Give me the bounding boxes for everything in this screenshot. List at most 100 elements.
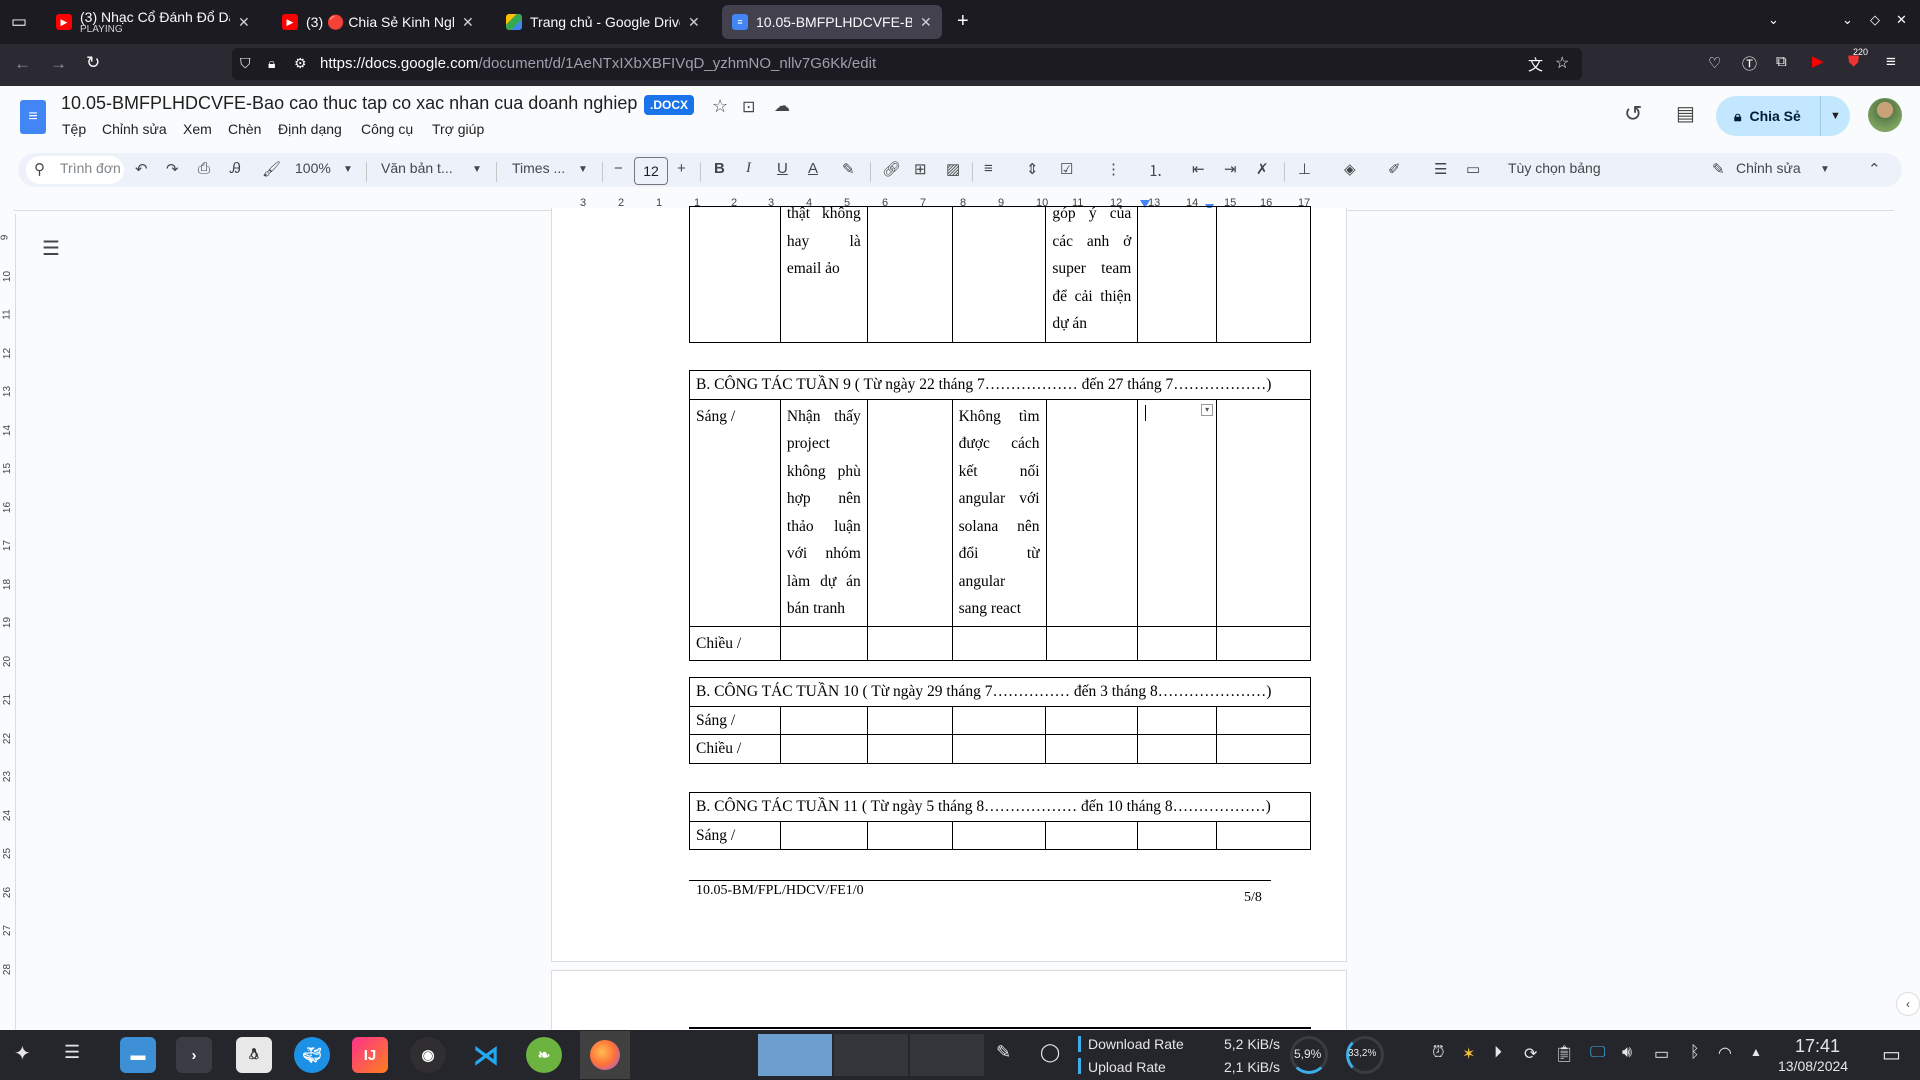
table-cell[interactable] [1216, 398, 1311, 627]
bold-icon[interactable]: B [714, 160, 725, 177]
clock-time[interactable]: 17:41 [1795, 1036, 1840, 1057]
table-cell[interactable] [1216, 734, 1311, 764]
table-cell[interactable] [866, 398, 953, 627]
tab-list-icon[interactable]: ▭ [11, 12, 27, 32]
insert-image-icon[interactable]: ▨ [946, 160, 960, 178]
document-title[interactable]: 10.05-BMFPLHDCVFE-Bao cao thuc tap co xa… [61, 93, 637, 114]
table-options-button[interactable]: Tùy chọn bảng [1508, 160, 1601, 176]
editing-mode-select[interactable]: Chỉnh sửa [1736, 160, 1801, 176]
notifications-icon[interactable]: ⏰︎ [1432, 1044, 1444, 1062]
intellij-icon[interactable]: IJ [352, 1037, 388, 1073]
bluetooth-icon[interactable]: ᛒ [1690, 1044, 1700, 1062]
system-tray-expand-icon[interactable]: ▲ [1750, 1045, 1762, 1059]
version-history-icon[interactable]: ↺ [1624, 101, 1642, 127]
vertical-align-icon[interactable]: ⊥ [1298, 160, 1311, 178]
increase-font-size-icon[interactable]: + [677, 160, 686, 177]
screen-record-icon[interactable]: ◯ [1040, 1042, 1060, 1063]
media-player-icon[interactable]: ⏵ [1494, 1044, 1502, 1062]
zoom-select[interactable]: 100% [295, 160, 331, 176]
tab-music[interactable]: ▶ (3) Nhạc Cổ Đánh Đổ Dân PLAYING ✕ [46, 5, 260, 39]
avatar[interactable] [1868, 98, 1902, 132]
border-color-icon[interactable]: ✐ [1388, 160, 1401, 178]
table-cell[interactable] [951, 705, 1047, 735]
week11-header[interactable]: B. CÔNG TÁC TUẦN 11 ( Từ ngày 5 tháng 8…… [689, 792, 1311, 822]
clear-formatting-icon[interactable]: ✗ [1256, 160, 1269, 178]
table-cell[interactable] [951, 734, 1047, 764]
console-icon[interactable]: › [176, 1037, 212, 1073]
table-cell[interactable] [779, 705, 868, 735]
increase-indent-icon[interactable]: ⇥ [1224, 160, 1237, 178]
obs-icon[interactable]: ◉ [410, 1037, 446, 1073]
extensions-icon[interactable]: ⧉ [1776, 53, 1787, 70]
move-folder-icon[interactable]: ⊡ [742, 97, 755, 117]
minimize-icon[interactable]: ⌄ [1842, 12, 1853, 28]
paint-format-icon[interactable]: 🖌︎ [262, 160, 281, 178]
firefox-icon[interactable] [580, 1031, 630, 1079]
table-cell[interactable] [1137, 705, 1218, 735]
forward-icon[interactable]: → [50, 54, 67, 74]
active-table-cell[interactable]: ▾ [1137, 398, 1218, 627]
table-cell[interactable]: Không tìm được cách kết nối angular với … [951, 398, 1047, 627]
update-icon[interactable]: ⟳ [1524, 1044, 1537, 1064]
add-comment-icon[interactable]: ⊞ [914, 160, 927, 178]
table-cell[interactable] [1137, 734, 1218, 764]
table-cell[interactable]: thật không hay là email ảo [779, 205, 868, 343]
redo-icon[interactable]: ↷ [166, 160, 179, 178]
new-tab-button[interactable]: + [957, 10, 969, 33]
url-text[interactable]: https://docs.google.com/document/d/1AeNT… [320, 55, 876, 72]
week9-header[interactable]: B. CÔNG TÁC TUẦN 9 ( Từ ngày 22 tháng 7…… [689, 370, 1311, 400]
table-cell[interactable] [866, 734, 953, 764]
checklist-icon[interactable]: ☑ [1060, 160, 1073, 178]
table-cell[interactable] [1216, 820, 1311, 850]
line-spacing-icon[interactable]: ⇕ [1026, 160, 1039, 178]
table-cell[interactable] [1137, 206, 1218, 343]
table-cell[interactable]: góp ý của các anh ở super team để cải th… [1045, 205, 1139, 343]
clipboard-icon[interactable]: 📋︎ [1554, 1044, 1574, 1064]
table-cell[interactable] [1216, 625, 1311, 661]
comments-icon[interactable]: ▤ [1676, 101, 1695, 126]
tab-google-drive[interactable]: Trang chủ - Google Drive ✕ [496, 5, 710, 39]
app-launcher-icon[interactable]: ✦ [14, 1041, 31, 1066]
spellcheck-icon[interactable]: Ꭿ [230, 160, 241, 177]
close-tab-icon[interactable]: ✕ [238, 14, 250, 31]
google-docs-logo-icon[interactable]: ≡ [20, 100, 46, 134]
highlight-color-icon[interactable]: ✎ [842, 160, 855, 178]
volume-icon[interactable]: 🔊︎ [1622, 1044, 1632, 1062]
table-cell[interactable] [866, 820, 953, 850]
side-panel-toggle-icon[interactable]: ‹ [1896, 992, 1920, 1016]
menu-tools[interactable]: Công cụ [361, 121, 413, 137]
paragraph-style-select[interactable]: Văn bản t... [381, 160, 453, 176]
bulleted-list-icon[interactable]: ⋮ [1106, 160, 1121, 178]
vscode-icon[interactable]: ⋊ [468, 1037, 504, 1073]
collapse-toolbar-icon[interactable]: ⌃ [1868, 160, 1881, 178]
table-cell[interactable] [1045, 625, 1139, 661]
table-cell[interactable] [1137, 820, 1218, 850]
table-cell[interactable] [1045, 398, 1139, 627]
virtual-desktop-1[interactable] [758, 1034, 832, 1076]
tab-kinh-nghiem[interactable]: ▶ (3) 🔴 Chia Sẻ Kinh Nghiệm ✕ [272, 5, 484, 39]
table-cell[interactable] [779, 625, 868, 661]
menu-icon[interactable]: ≡ [1886, 52, 1896, 72]
week10-header[interactable]: B. CÔNG TÁC TUẦN 10 ( Từ ngày 29 tháng 7… [689, 677, 1311, 707]
undo-icon[interactable]: ↶ [135, 160, 148, 178]
menu-format[interactable]: Định dạng [278, 121, 342, 137]
lock-icon[interactable]: 🔒︎ [268, 55, 275, 72]
close-tab-icon[interactable]: ✕ [462, 14, 474, 31]
table-cell[interactable] [1216, 206, 1311, 343]
translate-icon[interactable]: 文 [1528, 54, 1543, 75]
afternoon-label[interactable]: Chiều / [689, 625, 781, 661]
tab-overflow-icon[interactable]: ⌄ [1768, 12, 1779, 28]
document-outline-icon[interactable]: ☰ [42, 236, 60, 261]
back-icon[interactable]: ← [14, 54, 31, 74]
table-cell[interactable] [779, 734, 868, 764]
border-width-icon[interactable]: ☰ [1434, 160, 1447, 178]
account-icon[interactable]: Ⓣ [1742, 53, 1757, 74]
table-cell[interactable] [1045, 734, 1139, 764]
file-manager-icon[interactable]: ▬ [120, 1037, 156, 1073]
close-tab-icon[interactable]: ✕ [920, 14, 932, 31]
morning-label[interactable]: Sáng / [689, 820, 781, 850]
table-cell[interactable] [689, 206, 781, 343]
battery-icon[interactable]: ▭ [1654, 1044, 1669, 1064]
underline-icon[interactable]: U [777, 160, 788, 177]
week10-table[interactable]: B. CÔNG TÁC TUẦN 10 ( Từ ngày 29 tháng 7… [689, 677, 1311, 764]
